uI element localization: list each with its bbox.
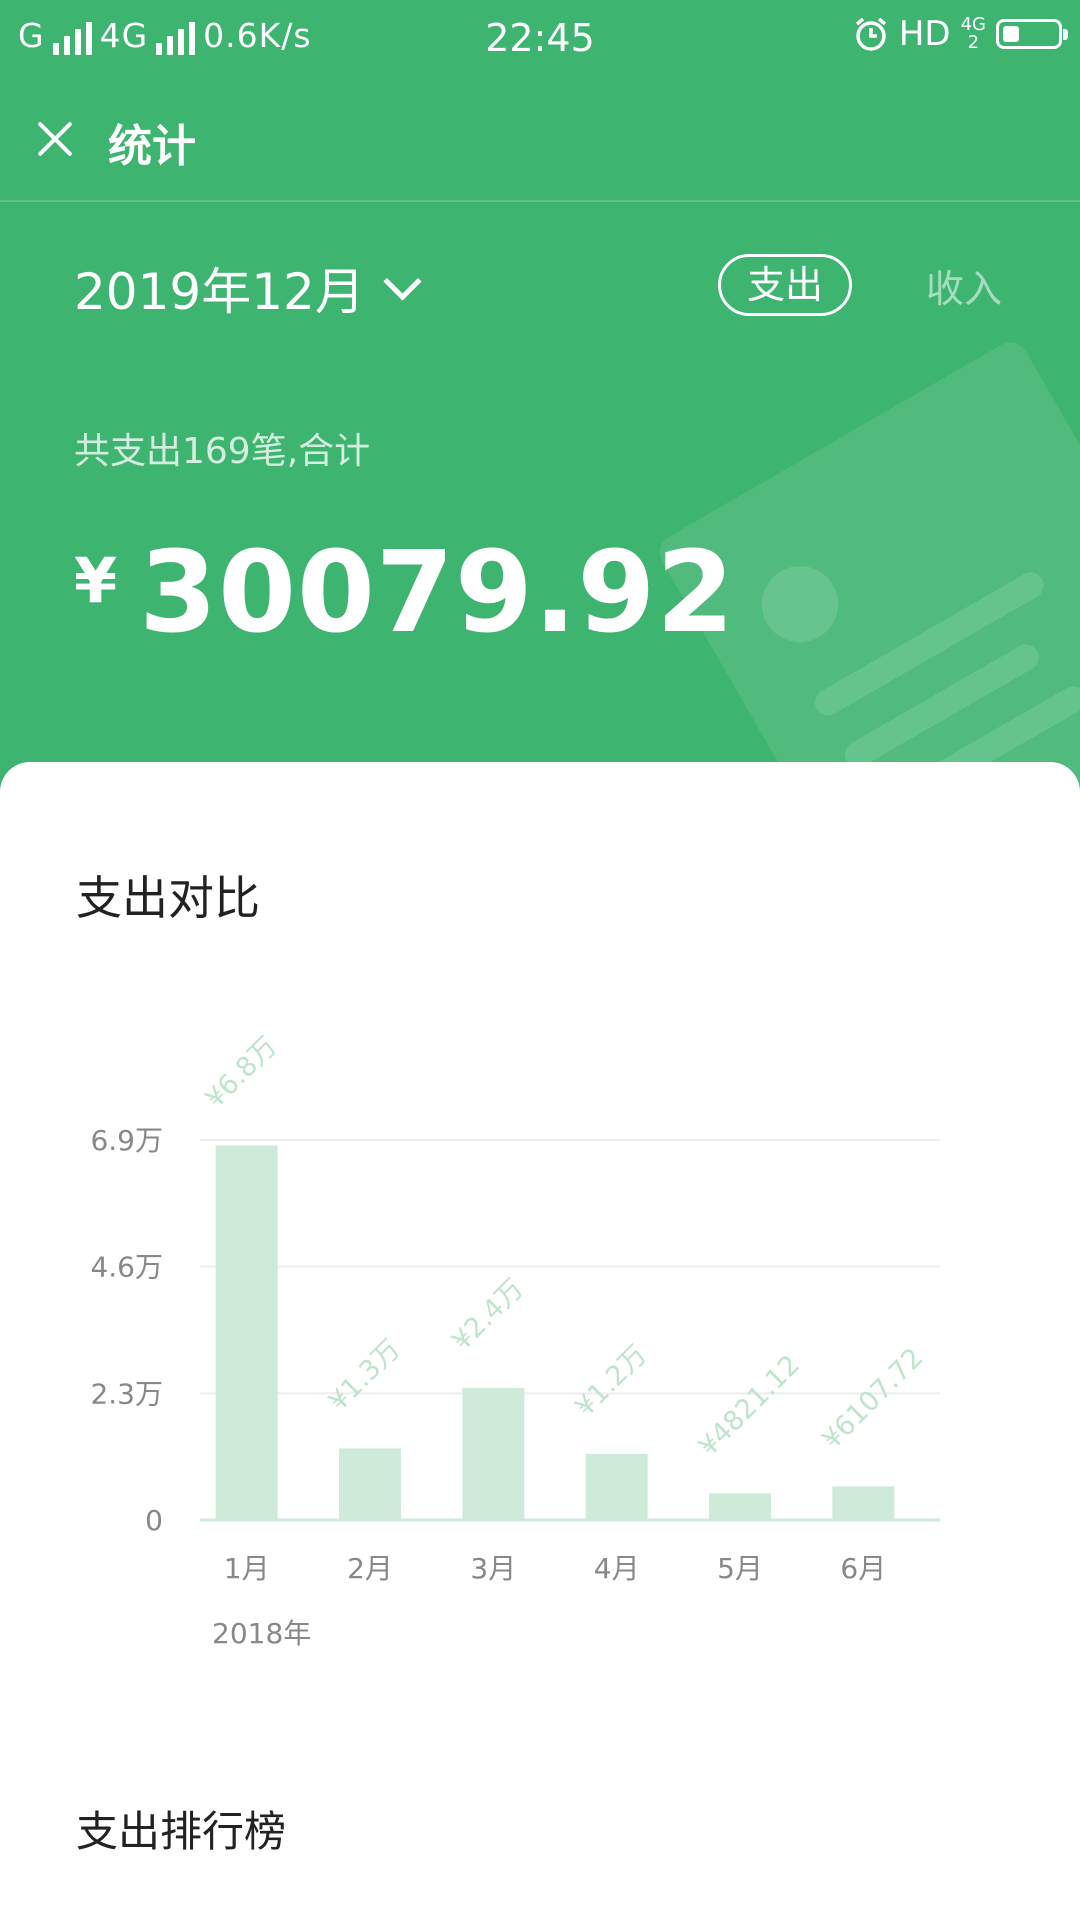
bar-value-label: ¥6107.72 xyxy=(816,1342,929,1455)
bar xyxy=(339,1448,401,1520)
bar-value-label: ¥6.8万 xyxy=(200,1031,284,1115)
chevron-down-icon xyxy=(383,261,422,301)
total-amount: ¥ 30079.92 xyxy=(74,528,735,658)
selected-month: 2019年12月 xyxy=(74,263,365,321)
y-tick-label: 4.6万 xyxy=(90,1251,163,1284)
close-icon[interactable] xyxy=(30,114,80,164)
expense-summary: 共支出169笔,合计 xyxy=(74,431,371,472)
content-card: 支出对比 0 2.3万 4.6万 6.9万 1月 ¥6.8万 2月 ¥1.3万 3月 ¥2.4万 4… xyxy=(0,762,1080,1920)
bar-value-label: ¥1.3万 xyxy=(323,1334,407,1418)
x-axis-year-label: 2018年 xyxy=(212,1617,312,1650)
bar xyxy=(709,1493,771,1520)
statistics-header: G 4G 0.6K/s 22:45 HD 4G 2 统计 2019年12月 支出… xyxy=(0,0,1080,800)
alarm-icon xyxy=(855,17,886,51)
tab-income[interactable]: 收入 xyxy=(926,258,1002,313)
y-tick-label: 0 xyxy=(145,1504,163,1537)
bar xyxy=(585,1453,648,1520)
bar xyxy=(462,1387,525,1520)
month-selector[interactable]: 2019年12月 xyxy=(74,252,422,324)
ranking-title: 支出排行榜 xyxy=(76,1807,287,1856)
page-title: 统计 xyxy=(108,121,196,172)
y-tick-label: 2.3万 xyxy=(90,1377,163,1410)
x-tick-label: 3月 xyxy=(470,1552,516,1585)
total-value: 30079.92 xyxy=(139,528,736,658)
y-tick-label: 6.9万 xyxy=(90,1124,163,1157)
bar xyxy=(832,1486,895,1520)
expense-compare-chart: 0 2.3万 4.6万 6.9万 1月 ¥6.8万 2月 ¥1.3万 3月 ¥2.4万 4月 ¥1.2… xyxy=(90,1031,940,1585)
status-bar: G 4G 0.6K/s 22:45 HD 4G 2 xyxy=(0,0,1080,76)
x-tick-label: 4月 xyxy=(594,1552,640,1585)
hd-indicator: HD xyxy=(898,14,951,54)
bar-value-label: ¥1.2万 xyxy=(570,1339,654,1423)
x-tick-label: 2月 xyxy=(347,1552,393,1585)
x-tick-label: 1月 xyxy=(224,1552,270,1585)
tab-expense[interactable]: 支出 xyxy=(718,254,852,316)
bar xyxy=(215,1145,278,1520)
battery-icon xyxy=(996,19,1068,49)
x-tick-label: 5月 xyxy=(717,1552,763,1585)
bar-value-label: ¥2.4万 xyxy=(446,1273,530,1357)
network-type-icon: 4G 2 xyxy=(960,14,986,53)
x-tick-label: 6月 xyxy=(840,1552,886,1585)
currency-symbol: ¥ xyxy=(74,544,118,617)
bar-value-label: ¥4821.12 xyxy=(693,1349,806,1462)
toolbar: 统计 xyxy=(0,76,1080,202)
